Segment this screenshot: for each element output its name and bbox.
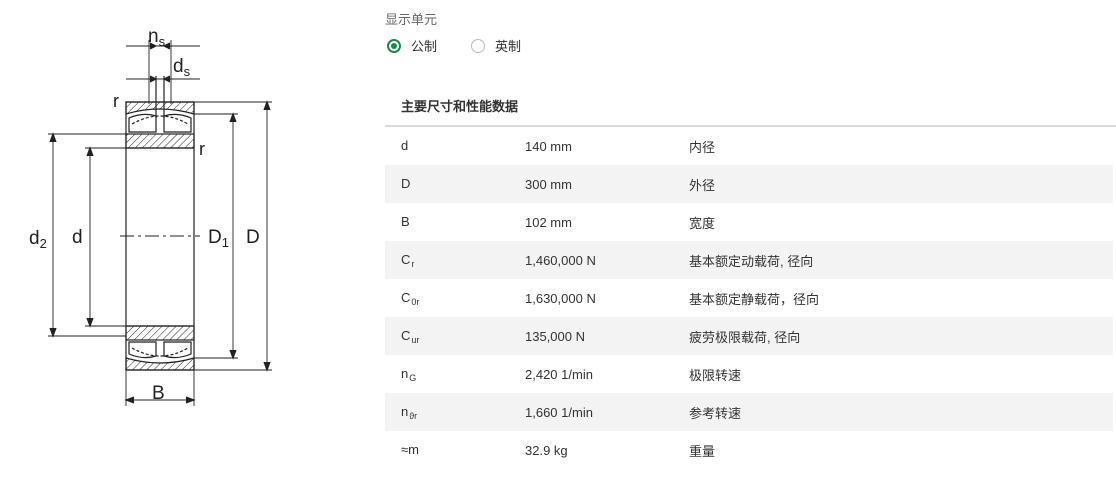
bearing-cross-section: ns ds r r d2 d D1 D B [29, 26, 272, 406]
spec-symbol: Cr [385, 241, 513, 279]
label-B: B [152, 383, 165, 404]
spec-symbol: C0r [401, 289, 420, 307]
section-title: 主要尺寸和性能数据 [401, 99, 519, 114]
table-row: ≈m 32.9 kg 重量 [385, 431, 1113, 469]
spec-value: 1,630,000 N [525, 290, 596, 306]
spec-description: 疲劳极限载荷, 径向 [689, 317, 1113, 355]
inner-ring-top [125, 133, 195, 149]
label-ns: ns [148, 26, 166, 49]
table-row: B 102 mm 宽度 [385, 203, 1113, 241]
label-D: D [246, 227, 260, 248]
spec-description: 外径 [689, 165, 1113, 203]
spec-value: 1,660 1/min [513, 393, 689, 431]
label-r-inner: r [199, 139, 205, 159]
spec-symbol: d [401, 137, 409, 153]
label-r-top: r [113, 91, 119, 111]
spec-symbol: ≈m [401, 441, 419, 457]
table-row: d 140 mm 内径 [385, 127, 1113, 165]
radio-metric[interactable]: 公制 [387, 36, 437, 55]
label-D1: D1 [208, 227, 229, 250]
spec-description: 基本额定动载荷, 径向 [689, 241, 1113, 279]
table-row: Cur 135,000 N 疲劳极限载荷, 径向 [385, 317, 1113, 355]
spec-description: 参考转速 [689, 393, 1113, 431]
table-row: nG 2,420 1/min 极限转速 [385, 355, 1113, 393]
radio-checked-icon[interactable] [387, 38, 401, 53]
table-row: nϑr 1,660 1/min 参考转速 [385, 393, 1113, 431]
table-row: Cr 1,460,000 N 基本额定动载荷, 径向 [385, 241, 1113, 279]
table-row: C0r 1,630,000 N 基本额定静载荷，径向 [385, 279, 1113, 317]
spec-symbol: B [401, 213, 410, 229]
spec-value: 140 mm [525, 138, 572, 154]
spec-symbol: nϑr [385, 393, 513, 431]
spec-table: d 140 mm 内径 D 300 mm 外径 B 102 mm 宽度 Cr 1… [385, 127, 1113, 469]
label-d2: d2 [29, 228, 47, 251]
spec-value: 32.9 kg [525, 442, 568, 458]
spec-description: 重量 [689, 443, 716, 459]
spec-value: 1,460,000 N [513, 241, 689, 279]
outer-ring-top [125, 101, 195, 115]
radio-imperial-label[interactable]: 英制 [495, 36, 521, 55]
radio-imperial[interactable]: 英制 [471, 36, 521, 55]
spec-value: 135,000 N [513, 317, 689, 355]
outer-ring-bottom [125, 357, 195, 371]
spec-description: 极限转速 [689, 367, 742, 383]
spec-value: 102 mm [525, 214, 572, 230]
radio-metric-label[interactable]: 公制 [411, 36, 437, 55]
bearing-drawing: ns ds r r d2 d D1 D B [0, 0, 300, 487]
spec-description: 宽度 [689, 215, 716, 231]
spec-value: 2,420 1/min [525, 366, 593, 382]
label-ds: ds [173, 56, 191, 79]
inner-ring-bottom [125, 325, 195, 341]
spec-value: 300 mm [513, 165, 689, 203]
spec-description: 基本额定静载荷，径向 [689, 291, 820, 307]
spec-symbol: Cur [385, 317, 513, 355]
table-row: D 300 mm 外径 [385, 165, 1113, 203]
spec-symbol: D [385, 165, 513, 203]
units-radio-group: 公制 英制 [387, 36, 555, 55]
label-d: d [72, 227, 83, 248]
radio-unchecked-icon[interactable] [471, 38, 486, 53]
spec-symbol: nG [401, 365, 417, 383]
units-label: 显示单元 [385, 12, 438, 27]
spec-description: 内径 [689, 139, 716, 155]
